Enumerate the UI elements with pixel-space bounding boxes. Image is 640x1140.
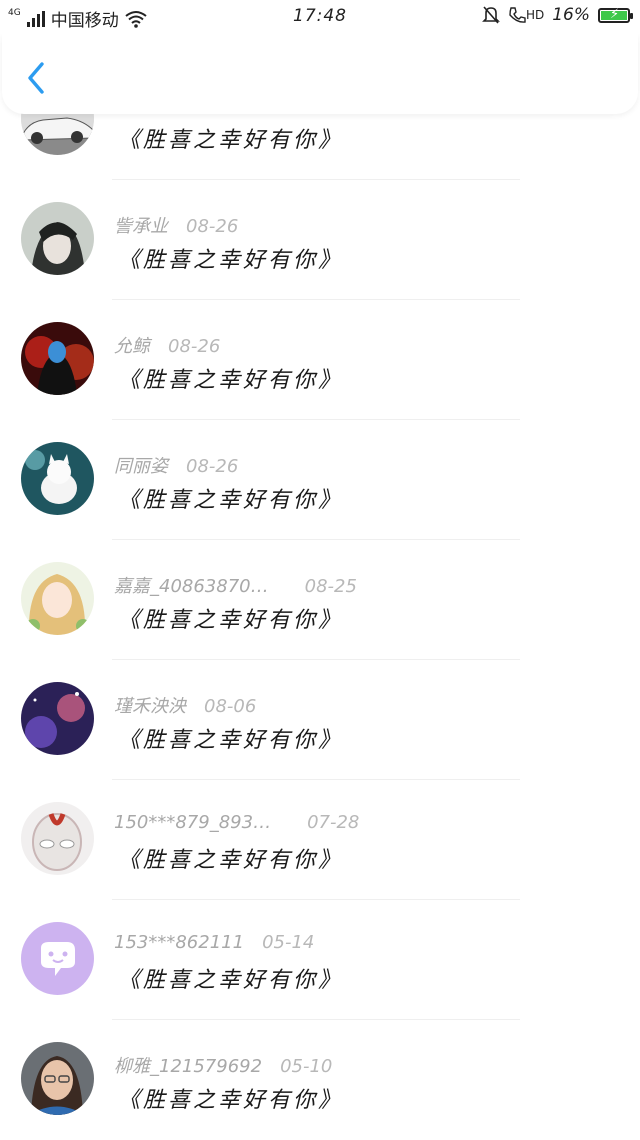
message-date: 08-26: [186, 216, 239, 237]
conversation-meta: 瑾禾泱泱 08-06: [114, 692, 256, 718]
message-date: 05-10: [280, 1056, 333, 1077]
anime-boy-avatar: [21, 202, 94, 275]
list-item[interactable]: 150***879_893… 07-28 《胜喜之幸好有你》: [0, 780, 640, 900]
back-button[interactable]: [22, 58, 52, 98]
message-preview: 《胜喜之幸好有你》: [118, 248, 344, 273]
list-item[interactable]: 允鲸 08-26 《胜喜之幸好有你》: [0, 300, 640, 420]
conversation-meta: 嘉嘉_40863870… 08-25: [114, 572, 357, 598]
conversation-meta: 同丽姿 08-26: [114, 452, 238, 478]
sender-name: 同丽姿: [114, 456, 168, 477]
sender-name: 訾承业: [114, 216, 168, 237]
chevron-left-icon: [28, 62, 44, 94]
top-header: [2, 34, 638, 114]
sender-name: 嘉嘉_40863870…: [114, 576, 269, 597]
sender-name: 153***862111: [114, 932, 245, 953]
list-item[interactable]: 柳雅_121579692 05-10 《胜喜之幸好有你》: [0, 1020, 640, 1140]
message-preview: 《胜喜之幸好有你》: [118, 368, 344, 393]
message-preview: 《胜喜之幸好有你》: [118, 968, 344, 993]
conversation-meta: 訾承业 08-26: [114, 212, 238, 238]
conversation-meta: 153***862111 05-14: [114, 932, 314, 953]
message-preview: 《胜喜之幸好有你》: [118, 488, 344, 513]
message-date: 05-14: [262, 932, 315, 953]
message-preview: 《胜喜之幸好有你》: [118, 608, 344, 633]
woman-photo-avatar: [21, 1042, 94, 1115]
message-date: 08-06: [204, 696, 257, 717]
conversation-meta: 150***879_893… 07-28: [114, 812, 359, 833]
red-hooded-avatar: [21, 322, 94, 395]
sender-name: 150***879_893…: [114, 812, 272, 833]
hd-label: HD: [525, 8, 545, 22]
mute-bell-icon: [482, 6, 500, 24]
hd-call-icon: HD: [508, 6, 544, 24]
anime-girl-avatar: [21, 562, 94, 635]
message-date: 08-26: [186, 456, 239, 477]
message-date: 08-25: [304, 576, 357, 597]
conversation-list: 《胜喜之幸好有你》 訾承业 08-26 《胜喜之幸好有你》 允鲸 08-26 《…: [0, 0, 640, 1138]
list-item[interactable]: 瑾禾泱泱 08-06 《胜喜之幸好有你》: [0, 660, 640, 780]
message-preview: 《胜喜之幸好有你》: [118, 1088, 344, 1113]
list-item[interactable]: 嘉嘉_40863870… 08-25 《胜喜之幸好有你》: [0, 540, 640, 660]
list-item[interactable]: 同丽姿 08-26 《胜喜之幸好有你》: [0, 420, 640, 540]
purple-scene-avatar: [21, 682, 94, 755]
message-preview: 《胜喜之幸好有你》: [118, 728, 344, 753]
battery-icon: ⚡: [598, 7, 633, 23]
conversation-meta: 允鲸 08-26: [114, 332, 220, 358]
list-item[interactable]: 訾承业 08-26 《胜喜之幸好有你》: [0, 180, 640, 300]
sender-name: 柳雅_121579692: [114, 1056, 263, 1077]
battery-percent: 16%: [552, 5, 590, 25]
message-preview: 《胜喜之幸好有你》: [118, 848, 344, 873]
message-date: 07-28: [307, 812, 360, 833]
sender-name: 瑾禾泱泱: [114, 696, 186, 717]
chat-bubble-avatar: [21, 922, 94, 995]
conversation-meta: 柳雅_121579692 05-10: [114, 1052, 332, 1078]
message-date: 08-26: [168, 336, 221, 357]
list-item[interactable]: 153***862111 05-14 《胜喜之幸好有你》: [0, 900, 640, 1020]
white-cat-avatar: [21, 442, 94, 515]
status-bar: 4G 中国移动 17:48 HD 16% ⚡: [0, 0, 640, 34]
status-right: HD 16% ⚡: [482, 5, 633, 25]
ultraman-avatar: [21, 802, 94, 875]
sender-name: 允鲸: [114, 336, 150, 357]
message-preview: 《胜喜之幸好有你》: [118, 128, 344, 153]
